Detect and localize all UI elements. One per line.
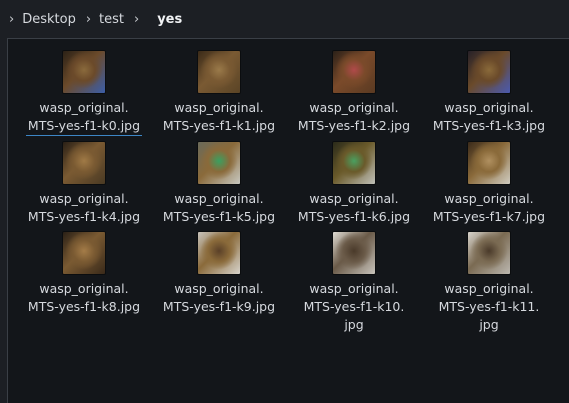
image-thumbnail xyxy=(468,142,510,184)
file-name: wasp_original. MTS-yes-f1-k11. jpg xyxy=(438,281,540,332)
file-name: wasp_original. MTS-yes-f1-k4.jpg xyxy=(27,191,141,224)
breadcrumb: › Desktop › test › yes xyxy=(0,0,569,38)
file-item[interactable]: wasp_original. MTS-yes-f1-k9.jpg xyxy=(157,230,281,334)
file-name: wasp_original. MTS-yes-f1-k7.jpg xyxy=(432,191,546,224)
file-item[interactable]: wasp_original. MTS-yes-f1-k2.jpg xyxy=(292,49,416,136)
image-thumbnail xyxy=(333,51,375,93)
file-item[interactable]: wasp_original. MTS-yes-f1-k6.jpg xyxy=(292,140,416,226)
file-item[interactable]: wasp_original. MTS-yes-f1-k7.jpg xyxy=(427,140,551,226)
image-thumbnail xyxy=(198,51,240,93)
file-name: wasp_original. MTS-yes-f1-k3.jpg xyxy=(432,100,546,133)
file-name: wasp_original. MTS-yes-f1-k8.jpg xyxy=(27,281,141,314)
file-item[interactable]: wasp_original. MTS-yes-f1-k3.jpg xyxy=(427,49,551,136)
file-item[interactable]: wasp_original. MTS-yes-f1-k5.jpg xyxy=(157,140,281,226)
image-thumbnail xyxy=(468,51,510,93)
chevron-right-icon: › xyxy=(9,11,15,27)
file-name: wasp_original. MTS-yes-f1-k5.jpg xyxy=(162,191,276,224)
file-item[interactable]: wasp_original. MTS-yes-f1-k4.jpg xyxy=(22,140,146,226)
image-thumbnail xyxy=(63,232,105,274)
file-name: wasp_original. MTS-yes-f1-k10. jpg xyxy=(303,281,405,332)
file-name: wasp_original. MTS-yes-f1-k9.jpg xyxy=(162,281,276,314)
image-thumbnail xyxy=(333,142,375,184)
file-item[interactable]: wasp_original. MTS-yes-f1-k1.jpg xyxy=(157,49,281,136)
file-name: wasp_original. MTS-yes-f1-k1.jpg xyxy=(162,100,276,133)
file-item[interactable]: wasp_original. MTS-yes-f1-k8.jpg xyxy=(22,230,146,334)
image-thumbnail xyxy=(198,142,240,184)
file-item[interactable]: wasp_original. MTS-yes-f1-k11. jpg xyxy=(427,230,551,334)
file-view[interactable]: wasp_original. MTS-yes-f1-k0.jpg wasp_ori… xyxy=(7,38,569,403)
image-thumbnail xyxy=(198,232,240,274)
file-name: wasp_original. MTS-yes-f1-k0.jpg xyxy=(25,99,143,136)
chevron-right-icon: › xyxy=(85,11,92,27)
breadcrumb-item-desktop[interactable]: Desktop xyxy=(20,10,78,29)
image-thumbnail xyxy=(333,232,375,274)
breadcrumb-current[interactable]: yes xyxy=(155,10,184,29)
image-thumbnail xyxy=(63,51,105,93)
breadcrumb-item-test[interactable]: test xyxy=(97,10,126,29)
file-item[interactable]: wasp_original. MTS-yes-f1-k0.jpg xyxy=(22,49,146,136)
file-item[interactable]: wasp_original. MTS-yes-f1-k10. jpg xyxy=(292,230,416,334)
chevron-right-icon: › xyxy=(134,11,140,27)
file-name: wasp_original. MTS-yes-f1-k6.jpg xyxy=(297,191,411,224)
file-grid: wasp_original. MTS-yes-f1-k0.jpg wasp_ori… xyxy=(22,49,551,334)
file-name: wasp_original. MTS-yes-f1-k2.jpg xyxy=(297,100,411,133)
image-thumbnail xyxy=(468,232,510,274)
image-thumbnail xyxy=(63,142,105,184)
